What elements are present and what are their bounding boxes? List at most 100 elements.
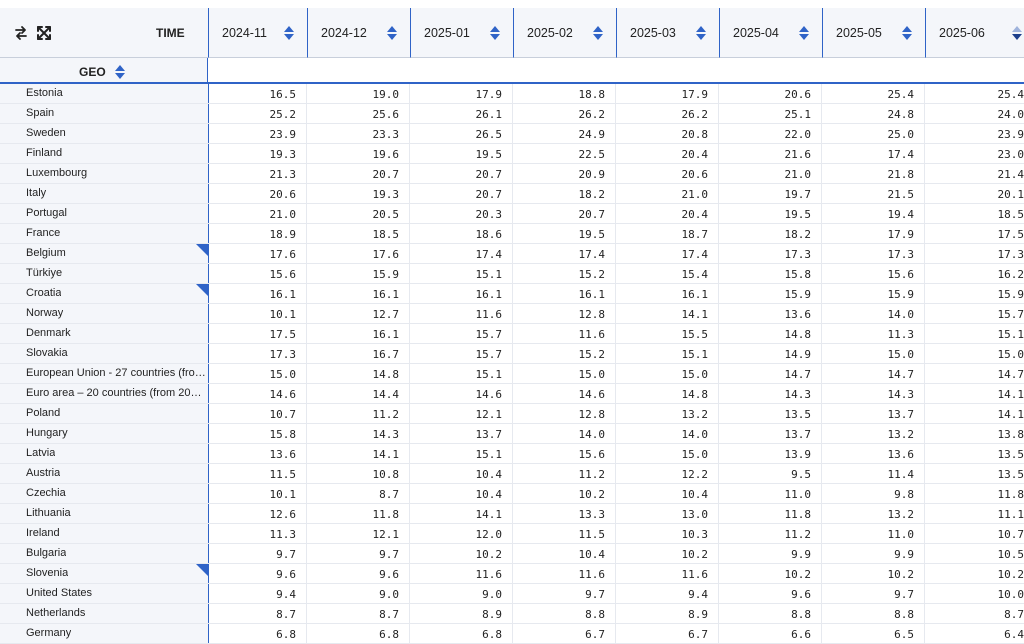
- table-cell[interactable]: 13.6: [822, 444, 925, 464]
- table-cell[interactable]: 15.5: [616, 324, 719, 344]
- table-cell[interactable]: 11.6: [410, 564, 513, 584]
- row-header[interactable]: Hungary: [0, 424, 209, 444]
- table-cell[interactable]: 6.8: [307, 624, 410, 644]
- table-cell[interactable]: 14.3: [307, 424, 410, 444]
- table-cell[interactable]: 14.7: [719, 364, 822, 384]
- row-header[interactable]: Slovenia: [0, 564, 209, 584]
- table-cell[interactable]: 6.5: [822, 624, 925, 644]
- table-cell[interactable]: 23.3: [307, 124, 410, 144]
- table-cell[interactable]: 20.9: [513, 164, 616, 184]
- table-cell[interactable]: 15.0: [616, 364, 719, 384]
- table-cell[interactable]: 14.7: [925, 364, 1024, 384]
- table-cell[interactable]: 24.9: [513, 124, 616, 144]
- table-cell[interactable]: 10.4: [410, 464, 513, 484]
- table-cell[interactable]: 18.9: [208, 224, 307, 244]
- table-cell[interactable]: 19.5: [410, 144, 513, 164]
- table-cell[interactable]: 14.0: [616, 424, 719, 444]
- table-cell[interactable]: 15.0: [822, 344, 925, 364]
- table-cell[interactable]: 10.2: [925, 564, 1024, 584]
- table-cell[interactable]: 11.3: [822, 324, 925, 344]
- table-cell[interactable]: 13.0: [616, 504, 719, 524]
- table-cell[interactable]: 20.7: [307, 164, 410, 184]
- table-cell[interactable]: 11.5: [513, 524, 616, 544]
- table-cell[interactable]: 9.7: [513, 584, 616, 604]
- table-cell[interactable]: 20.6: [616, 164, 719, 184]
- table-cell[interactable]: 18.7: [616, 224, 719, 244]
- row-header[interactable]: Sweden: [0, 124, 209, 144]
- table-cell[interactable]: 15.8: [719, 264, 822, 284]
- row-header[interactable]: Austria: [0, 464, 209, 484]
- table-cell[interactable]: 19.0: [307, 84, 410, 104]
- table-cell[interactable]: 21.0: [616, 184, 719, 204]
- row-header[interactable]: United States: [0, 584, 209, 604]
- table-cell[interactable]: 10.1: [208, 304, 307, 324]
- table-cell[interactable]: 17.9: [410, 84, 513, 104]
- table-cell[interactable]: 26.5: [410, 124, 513, 144]
- table-cell[interactable]: 12.6: [208, 504, 307, 524]
- table-cell[interactable]: 25.4: [822, 84, 925, 104]
- row-header[interactable]: Finland: [0, 144, 209, 164]
- table-cell[interactable]: 13.5: [925, 464, 1024, 484]
- table-cell[interactable]: 25.1: [719, 104, 822, 124]
- table-cell[interactable]: 17.5: [208, 324, 307, 344]
- table-cell[interactable]: 11.6: [410, 304, 513, 324]
- table-cell[interactable]: 26.2: [513, 104, 616, 124]
- table-cell[interactable]: 8.7: [307, 484, 410, 504]
- table-cell[interactable]: 9.9: [719, 544, 822, 564]
- row-header[interactable]: Netherlands: [0, 604, 209, 624]
- table-cell[interactable]: 21.0: [719, 164, 822, 184]
- table-cell[interactable]: 13.2: [822, 504, 925, 524]
- table-cell[interactable]: 20.4: [616, 204, 719, 224]
- sort-icon[interactable]: [386, 25, 398, 41]
- row-header[interactable]: Slovakia: [0, 344, 209, 364]
- row-header[interactable]: Spain: [0, 104, 209, 124]
- table-cell[interactable]: 15.9: [925, 284, 1024, 304]
- table-cell[interactable]: 12.7: [307, 304, 410, 324]
- table-cell[interactable]: 11.0: [822, 524, 925, 544]
- table-cell[interactable]: 19.3: [208, 144, 307, 164]
- table-cell[interactable]: 18.5: [307, 224, 410, 244]
- table-cell[interactable]: 14.4: [307, 384, 410, 404]
- table-cell[interactable]: 11.6: [513, 324, 616, 344]
- row-header[interactable]: Norway: [0, 304, 209, 324]
- table-cell[interactable]: 19.5: [513, 224, 616, 244]
- geo-sort-icon[interactable]: [114, 64, 126, 80]
- table-cell[interactable]: 10.2: [719, 564, 822, 584]
- table-cell[interactable]: 14.1: [410, 504, 513, 524]
- table-cell[interactable]: 19.7: [719, 184, 822, 204]
- table-cell[interactable]: 14.9: [719, 344, 822, 364]
- row-header[interactable]: Czechia: [0, 484, 209, 504]
- table-cell[interactable]: 20.7: [410, 164, 513, 184]
- table-cell[interactable]: 9.7: [307, 544, 410, 564]
- table-cell[interactable]: 17.6: [208, 244, 307, 264]
- table-cell[interactable]: 17.3: [925, 244, 1024, 264]
- table-cell[interactable]: 15.8: [208, 424, 307, 444]
- table-cell[interactable]: 15.6: [208, 264, 307, 284]
- table-cell[interactable]: 18.2: [719, 224, 822, 244]
- table-cell[interactable]: 17.4: [410, 244, 513, 264]
- table-cell[interactable]: 8.7: [208, 604, 307, 624]
- table-cell[interactable]: 14.7: [822, 364, 925, 384]
- table-cell[interactable]: 21.0: [208, 204, 307, 224]
- table-cell[interactable]: 15.0: [513, 364, 616, 384]
- table-cell[interactable]: 10.7: [925, 524, 1024, 544]
- table-cell[interactable]: 13.7: [410, 424, 513, 444]
- table-cell[interactable]: 15.1: [410, 364, 513, 384]
- table-cell[interactable]: 18.5: [925, 204, 1024, 224]
- table-cell[interactable]: 8.8: [513, 604, 616, 624]
- table-cell[interactable]: 9.9: [822, 544, 925, 564]
- sort-icon[interactable]: [592, 25, 604, 41]
- table-cell[interactable]: 14.1: [616, 304, 719, 324]
- table-cell[interactable]: 10.2: [616, 544, 719, 564]
- table-cell[interactable]: 6.8: [410, 624, 513, 644]
- table-cell[interactable]: 13.2: [822, 424, 925, 444]
- table-cell[interactable]: 13.7: [719, 424, 822, 444]
- table-cell[interactable]: 9.7: [822, 584, 925, 604]
- table-cell[interactable]: 16.1: [616, 284, 719, 304]
- table-cell[interactable]: 11.6: [513, 564, 616, 584]
- table-cell[interactable]: 19.3: [307, 184, 410, 204]
- table-cell[interactable]: 23.0: [925, 144, 1024, 164]
- table-cell[interactable]: 12.2: [616, 464, 719, 484]
- table-cell[interactable]: 6.7: [616, 624, 719, 644]
- table-cell[interactable]: 13.2: [616, 404, 719, 424]
